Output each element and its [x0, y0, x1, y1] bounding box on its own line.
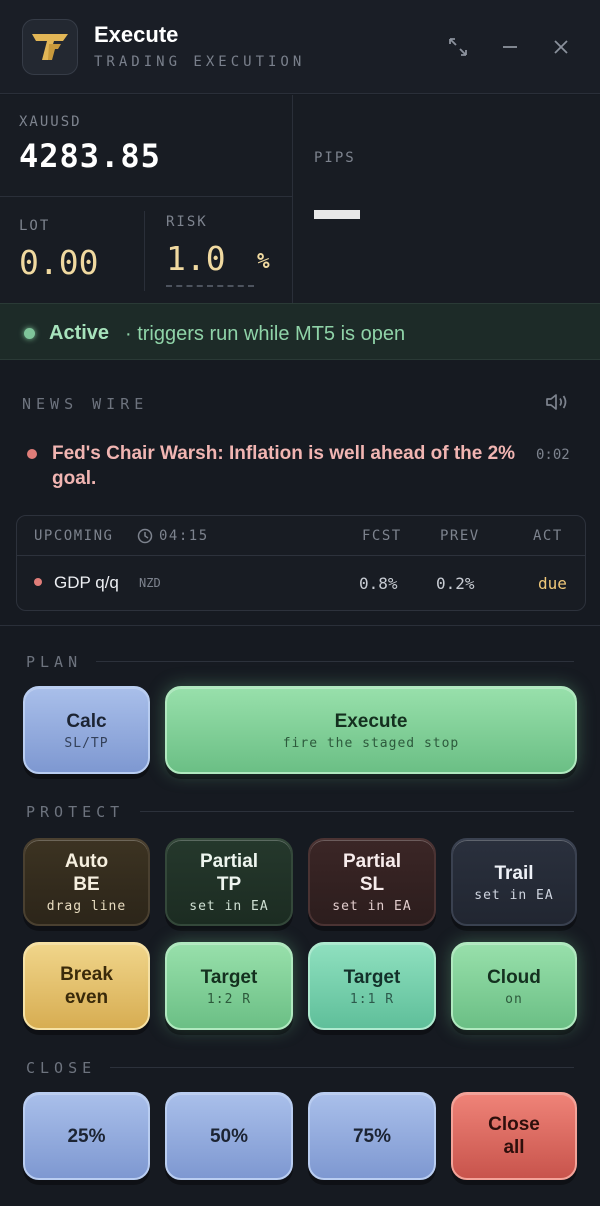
divider — [0, 625, 600, 626]
news-headline[interactable]: Fed's Chair Warsh: Inflation is well ahe… — [52, 441, 524, 491]
close-all-label-2: all — [503, 1137, 525, 1158]
app-subtitle: TRADING EXECUTION — [94, 54, 306, 70]
event-act: due — [538, 574, 567, 593]
close-icon[interactable] — [548, 34, 574, 60]
calc-button[interactable]: Calc SL/TP — [23, 686, 150, 774]
break-even-button[interactable]: Break even — [23, 942, 150, 1030]
target-1r-sub: 1:1 R — [349, 991, 395, 1007]
partial-sl-sub: set in EA — [332, 899, 412, 914]
partial-tp-label-2: TP — [216, 874, 242, 895]
divider — [292, 95, 293, 303]
trail-button[interactable]: Trail set in EA — [451, 838, 577, 926]
col-act: ACT — [533, 528, 563, 544]
auto-be-label-1: Auto — [64, 851, 109, 872]
status-dot-icon — [24, 328, 35, 339]
break-even-label-1: Break — [60, 964, 113, 985]
execute-button-sub: fire the staged stop — [282, 735, 460, 751]
cloud-label: Cloud — [487, 966, 541, 988]
title-bar: Execute TRADING EXECUTION — [0, 0, 600, 94]
target-1r-label: Target — [343, 966, 401, 988]
divider — [140, 811, 574, 812]
calc-button-label: Calc — [66, 710, 107, 732]
close-all-button[interactable]: Close all — [451, 1092, 577, 1180]
target-2r-sub: 1:2 R — [206, 991, 252, 1007]
divider — [110, 1067, 574, 1068]
protect-section-label: PROTECT — [26, 803, 125, 821]
cloud-sub: on — [505, 991, 523, 1007]
status-description: · triggers run while MT5 is open — [125, 323, 406, 345]
col-fcst: FCST — [362, 528, 402, 544]
countdown: 04:15 — [159, 528, 209, 544]
economic-calendar: UPCOMING 04:15 FCST PREV ACT GDP q/q NZD… — [16, 515, 586, 611]
event-currency: NZD — [139, 576, 161, 590]
divider — [144, 211, 145, 291]
target-2r-label: Target — [200, 966, 258, 988]
break-even-label-2: even — [64, 987, 109, 1008]
symbol-label: XAUUSD — [19, 114, 82, 130]
event-fcst: 0.8% — [359, 574, 398, 593]
col-prev: PREV — [440, 528, 480, 544]
calendar-header: UPCOMING 04:15 FCST PREV ACT — [17, 516, 585, 556]
auto-be-button[interactable]: Auto BE drag line — [23, 838, 150, 926]
speaker-icon[interactable] — [544, 391, 572, 413]
auto-be-label-2: BE — [73, 874, 100, 895]
upcoming-label: UPCOMING — [34, 528, 114, 544]
trail-label: Trail — [494, 862, 534, 884]
close-section-label: CLOSE — [26, 1059, 97, 1077]
calc-button-sub: SL/TP — [64, 735, 109, 751]
lot-label: LOT — [19, 218, 51, 234]
news-dot-icon — [27, 449, 37, 459]
close-75-label: 75% — [352, 1125, 392, 1147]
news-time: 0:02 — [536, 447, 570, 463]
close-50-button[interactable]: 50% — [165, 1092, 293, 1180]
price-value: 4283.85 — [19, 137, 161, 175]
auto-be-sub: drag line — [46, 899, 127, 914]
risk-value[interactable]: 1.0 — [166, 239, 226, 278]
close-75-button[interactable]: 75% — [308, 1092, 436, 1180]
status-bar: Active · triggers run while MT5 is open — [0, 303, 600, 360]
minimize-icon[interactable] — [497, 34, 523, 60]
lot-value[interactable]: 0.00 — [19, 243, 98, 282]
tt-logo-icon — [22, 19, 78, 75]
news-wire-title: NEWS WIRE — [22, 395, 149, 413]
pips-empty-value — [314, 210, 360, 219]
plan-section-label: PLAN — [26, 653, 83, 671]
cloud-toggle-button[interactable]: Cloud on — [451, 942, 577, 1030]
clock-icon — [137, 528, 153, 549]
app-title: Execute — [94, 22, 179, 47]
divider — [0, 196, 292, 197]
trail-sub: set in EA — [474, 887, 554, 903]
partial-tp-label-1: Partial — [199, 851, 259, 872]
close-50-label: 50% — [209, 1125, 249, 1147]
execute-button-label: Execute — [334, 710, 408, 732]
risk-label: RISK — [166, 214, 208, 230]
close-25-label: 25% — [67, 1125, 106, 1147]
event-impact-dot — [34, 578, 42, 586]
risk-input-underline — [166, 285, 254, 287]
partial-sl-label-1: Partial — [342, 851, 402, 872]
event-prev: 0.2% — [436, 574, 475, 593]
partial-tp-sub: set in EA — [189, 899, 269, 914]
execute-button[interactable]: Execute fire the staged stop — [165, 686, 577, 774]
close-25-button[interactable]: 25% — [23, 1092, 150, 1180]
partial-tp-button[interactable]: Partial TP set in EA — [165, 838, 293, 926]
target-2r-button[interactable]: Target 1:2 R — [165, 942, 293, 1030]
pips-label: PIPS — [314, 150, 356, 166]
event-name: GDP q/q — [54, 573, 119, 592]
risk-unit: % — [257, 249, 270, 273]
target-1r-button[interactable]: Target 1:1 R — [308, 942, 436, 1030]
partial-sl-label-2: SL — [359, 874, 385, 895]
status-state: Active — [49, 322, 110, 344]
divider — [96, 661, 574, 662]
close-all-label-1: Close — [488, 1114, 540, 1135]
expand-icon[interactable] — [445, 34, 471, 60]
partial-sl-button[interactable]: Partial SL set in EA — [308, 838, 436, 926]
